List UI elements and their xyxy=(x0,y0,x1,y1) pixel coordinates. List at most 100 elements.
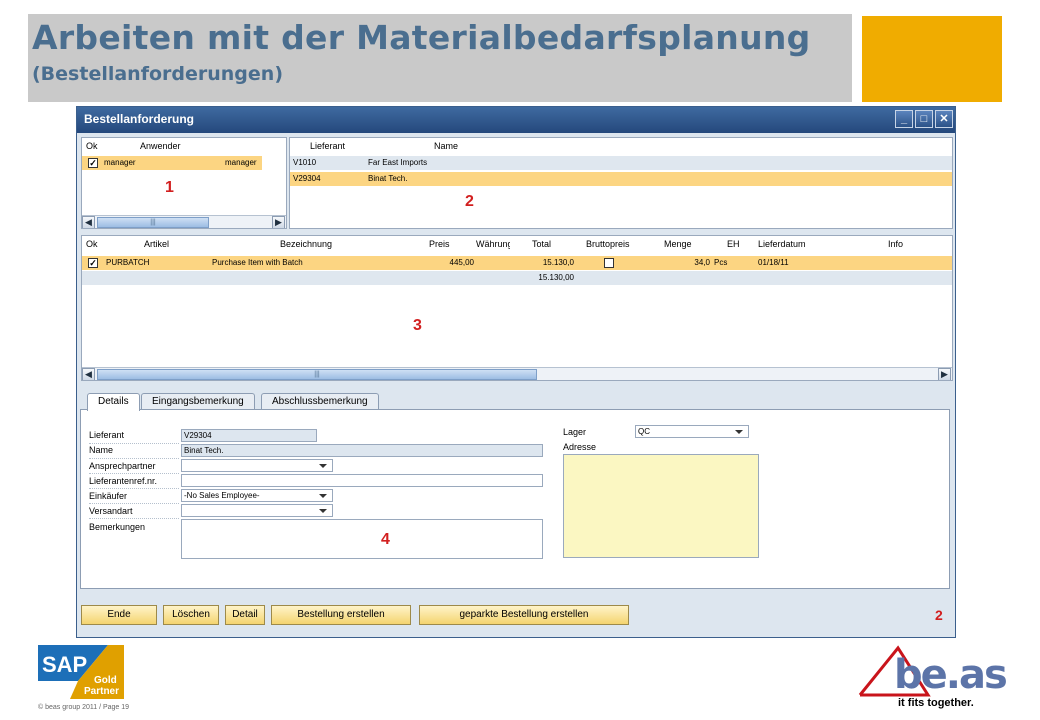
gross-price-checkbox[interactable] xyxy=(604,258,614,268)
row-checkbox[interactable]: ✓ xyxy=(88,258,98,268)
beas-logo: be.as it fits together. xyxy=(858,640,1008,712)
column-header-name: Name xyxy=(434,141,459,151)
column-header-delivery-date: Lieferdatum xyxy=(758,239,806,249)
slide-title: Arbeiten mit der Materialbedarfsplanung xyxy=(32,18,811,57)
sum-total: 15.130,00 xyxy=(538,273,574,282)
users-grid: Ok Anwender ✓ manager manager ◀ ||| ▶ xyxy=(81,137,287,229)
divider xyxy=(89,503,179,504)
accent-square xyxy=(862,16,1002,102)
warehouse-dropdown[interactable]: QC xyxy=(635,425,749,438)
chevron-down-icon[interactable] xyxy=(319,464,327,468)
divider xyxy=(89,473,179,474)
scroll-right-icon[interactable]: ▶ xyxy=(272,216,285,228)
column-header-total: Total xyxy=(532,239,552,249)
column-header-description: Bezeichnung xyxy=(280,239,333,249)
corner-marker: 2 xyxy=(935,607,943,623)
vendor-ref-input[interactable] xyxy=(181,474,543,487)
label-contact-person: Ansprechpartner xyxy=(89,461,156,471)
marker-2: 2 xyxy=(465,193,474,210)
tab-incoming-remarks[interactable]: Eingangsbemerkung xyxy=(141,393,255,410)
user-name: manager xyxy=(225,158,257,167)
column-header-currency: Währung xyxy=(476,239,510,249)
scroll-thumb[interactable]: ||| xyxy=(97,369,537,380)
label-warehouse: Lager xyxy=(563,427,587,437)
item-row[interactable]: ✓ PURBATCH Purchase Item with Batch 445,… xyxy=(82,256,952,270)
beas-wordmark: be.as xyxy=(894,652,1006,698)
contact-person-dropdown[interactable] xyxy=(181,459,333,472)
column-header-gross-price: Bruttopreis xyxy=(586,239,630,249)
vendor-row[interactable]: V29304 Binat Tech. xyxy=(290,172,952,186)
chevron-down-icon[interactable] xyxy=(735,430,743,434)
chevron-down-icon[interactable] xyxy=(319,509,327,513)
divider xyxy=(89,488,179,489)
user-row[interactable]: ✓ manager manager xyxy=(82,156,262,170)
address-textarea[interactable] xyxy=(563,454,759,558)
marker-1: 1 xyxy=(165,179,174,196)
vendor-grid: Lieferant Name V1010 Far East Imports V2… xyxy=(289,137,953,229)
item-quantity: 34,0 xyxy=(694,258,710,267)
vendor-name: Binat Tech. xyxy=(368,174,408,183)
scroll-left-icon[interactable]: ◀ xyxy=(82,368,95,380)
purchase-request-window: Bestellanforderung _ □ ✕ Ok Anwender ✓ m… xyxy=(76,106,956,638)
column-header-unit: EH xyxy=(727,239,740,249)
sap-badge-gold: Gold xyxy=(94,675,117,686)
name-field[interactable]: Binat Tech. xyxy=(181,444,543,457)
label-remarks: Bemerkungen xyxy=(89,522,146,532)
close-button[interactable]: ✕ xyxy=(935,110,953,128)
window-title: Bestellanforderung xyxy=(84,112,195,126)
minimize-button[interactable]: _ xyxy=(895,110,913,128)
end-button[interactable]: Ende xyxy=(81,605,157,625)
slide-subtitle: (Bestellanforderungen) xyxy=(32,63,283,85)
divider xyxy=(89,443,179,444)
remarks-textarea[interactable] xyxy=(181,519,543,559)
label-shipping-type: Versandart xyxy=(89,506,133,516)
column-header-ok: Ok xyxy=(86,141,98,151)
marker-4: 4 xyxy=(381,531,390,548)
user-id: manager xyxy=(104,158,136,167)
maximize-button[interactable]: □ xyxy=(915,110,933,128)
buyer-dropdown[interactable]: -No Sales Employee- xyxy=(181,489,333,502)
column-header-info: Info xyxy=(888,239,904,249)
detail-button[interactable]: Detail xyxy=(225,605,265,625)
sap-gold-partner-logo: SAP Gold Partner xyxy=(38,645,124,699)
chevron-down-icon[interactable] xyxy=(319,494,327,498)
vendor-code: V29304 xyxy=(293,174,321,183)
item-unit: Pcs xyxy=(714,258,728,267)
scroll-left-icon[interactable]: ◀ xyxy=(82,216,95,228)
create-order-button[interactable]: Bestellung erstellen xyxy=(271,605,411,625)
shipping-type-dropdown[interactable] xyxy=(181,504,333,517)
column-header-item: Artikel xyxy=(144,239,170,249)
item-price: 445,00 xyxy=(449,258,474,267)
scroll-right-icon[interactable]: ▶ xyxy=(938,368,951,380)
scroll-thumb[interactable]: ||| xyxy=(97,217,209,228)
tab-details[interactable]: Details xyxy=(87,393,140,411)
vendor-row[interactable]: V1010 Far East Imports xyxy=(290,156,952,170)
column-header-vendor: Lieferant xyxy=(310,141,346,151)
item-description: Purchase Item with Batch xyxy=(212,258,303,267)
marker-3: 3 xyxy=(413,317,422,334)
column-header-price: Preis xyxy=(429,239,450,249)
items-hscrollbar[interactable]: ◀ ||| ▶ xyxy=(82,367,952,380)
row-checkbox[interactable]: ✓ xyxy=(88,158,98,168)
label-buyer: Einkäufer xyxy=(89,491,128,501)
vendor-field[interactable]: V29304 xyxy=(181,429,317,442)
items-grid: Ok Artikel Bezeichnung Preis Währung Tot… xyxy=(81,235,953,381)
column-header-user: Anwender xyxy=(140,141,181,151)
users-hscrollbar[interactable]: ◀ ||| ▶ xyxy=(82,215,286,228)
divider xyxy=(89,458,179,459)
label-vendor-ref: Lieferantenref.nr. xyxy=(89,476,158,486)
tab-closing-remarks[interactable]: Abschlussbemerkung xyxy=(261,393,379,410)
divider xyxy=(89,518,179,519)
vendor-name: Far East Imports xyxy=(368,158,428,167)
label-address: Adresse xyxy=(563,442,597,452)
window-titlebar[interactable]: Bestellanforderung _ □ ✕ xyxy=(77,107,955,133)
copyright-text: © beas group 2011 / Page 19 xyxy=(38,704,130,711)
create-parked-order-button[interactable]: geparkte Bestellung erstellen xyxy=(419,605,629,625)
item-delivery-date: 01/18/11 xyxy=(758,258,789,267)
column-header-ok: Ok xyxy=(86,239,98,249)
column-header-quantity: Menge xyxy=(664,239,692,249)
label-vendor: Lieferant xyxy=(89,430,125,440)
label-name: Name xyxy=(89,445,114,455)
delete-button[interactable]: Löschen xyxy=(163,605,219,625)
slide: Arbeiten mit der Materialbedarfsplanung … xyxy=(0,0,1040,720)
